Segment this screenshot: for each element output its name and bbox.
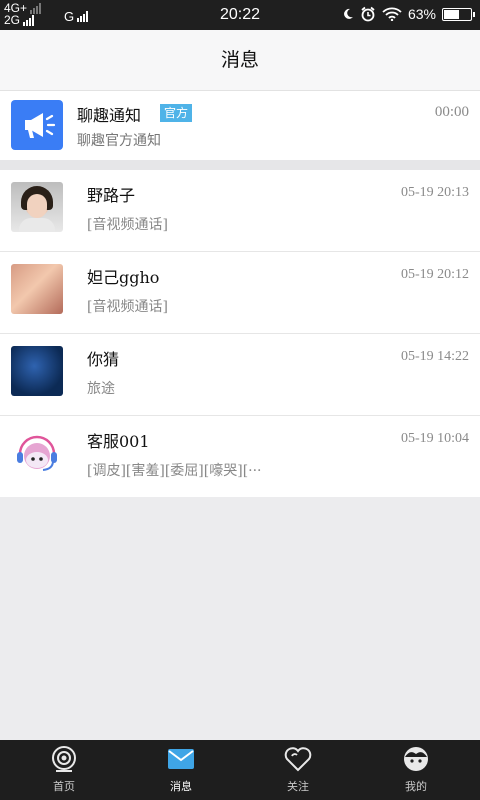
tab-label: 我的 (405, 780, 427, 793)
message-time: 05-19 14:22 (400, 349, 469, 364)
conversation-list: 野路子 05-19 20:13 [音视频通话] 妲己ggho 05-19 20:… (0, 170, 480, 497)
official-badge: 官方 (160, 104, 193, 122)
support-avatar-icon (11, 428, 63, 478)
message-preview: [调皮][害羞][委屈][嚎哭][··· (87, 463, 262, 479)
tab-home[interactable]: 首页 (4, 740, 124, 800)
tab-label: 首页 (53, 780, 75, 793)
tab-profile[interactable]: 我的 (356, 740, 476, 800)
message-time: 05-19 10:04 (400, 431, 469, 446)
battery-icon (442, 7, 475, 21)
message-preview: 旅途 (87, 381, 115, 397)
message-time: 05-19 20:13 (400, 185, 469, 200)
section-divider (0, 160, 480, 170)
message-time: 05-19 20:12 (400, 267, 469, 282)
battery-percent: 63% (407, 6, 436, 22)
official-notification-row[interactable] (0, 91, 480, 160)
avatar (11, 346, 63, 396)
message-icon (168, 749, 194, 769)
tab-messages[interactable]: 消息 (121, 740, 241, 800)
avatar (11, 182, 63, 232)
conversation-item[interactable]: 你猜 05-19 14:22 旅途 (0, 334, 480, 416)
contact-name: 妲己ggho (87, 268, 160, 287)
alarm-icon (361, 6, 375, 22)
official-subtitle: 聊趣官方通知 (77, 133, 161, 149)
moon-icon (344, 8, 353, 19)
contact-name: 你猜 (87, 350, 120, 369)
tab-label: 关注 (287, 780, 309, 793)
conversation-item[interactable]: 客服001 05-19 10:04 [调皮][害羞][委屈][嚎哭][··· (0, 416, 480, 497)
official-time: 00:00 (434, 104, 469, 120)
conversation-item[interactable]: 野路子 05-19 20:13 [音视频通话] (0, 170, 480, 252)
battery-fill (444, 9, 460, 19)
conversation-item[interactable]: 妲己ggho 05-19 20:12 [音视频通话] (0, 252, 480, 334)
tab-label: 消息 (170, 780, 192, 793)
contact-name: 野路子 (87, 186, 136, 205)
bottom-tab-bar: 首页 消息 关注 我的 (0, 740, 480, 800)
megaphone-icon (11, 100, 63, 150)
page-title: 消息 (0, 30, 480, 91)
profile-icon (404, 747, 428, 771)
tab-follow[interactable]: 关注 (238, 740, 358, 800)
status-icons: 63% (342, 6, 475, 22)
status-bar: 4G+ 2G G 20:22 63% (0, 0, 480, 30)
home-icon (52, 746, 76, 772)
wifi-icon (382, 7, 402, 21)
avatar (11, 264, 63, 314)
message-preview: [音视频通话] (87, 299, 168, 315)
contact-name: 客服001 (87, 432, 150, 451)
message-preview: [音视频通话] (87, 217, 168, 233)
heart-icon (284, 747, 312, 772)
official-name: 聊趣通知 (77, 106, 142, 125)
